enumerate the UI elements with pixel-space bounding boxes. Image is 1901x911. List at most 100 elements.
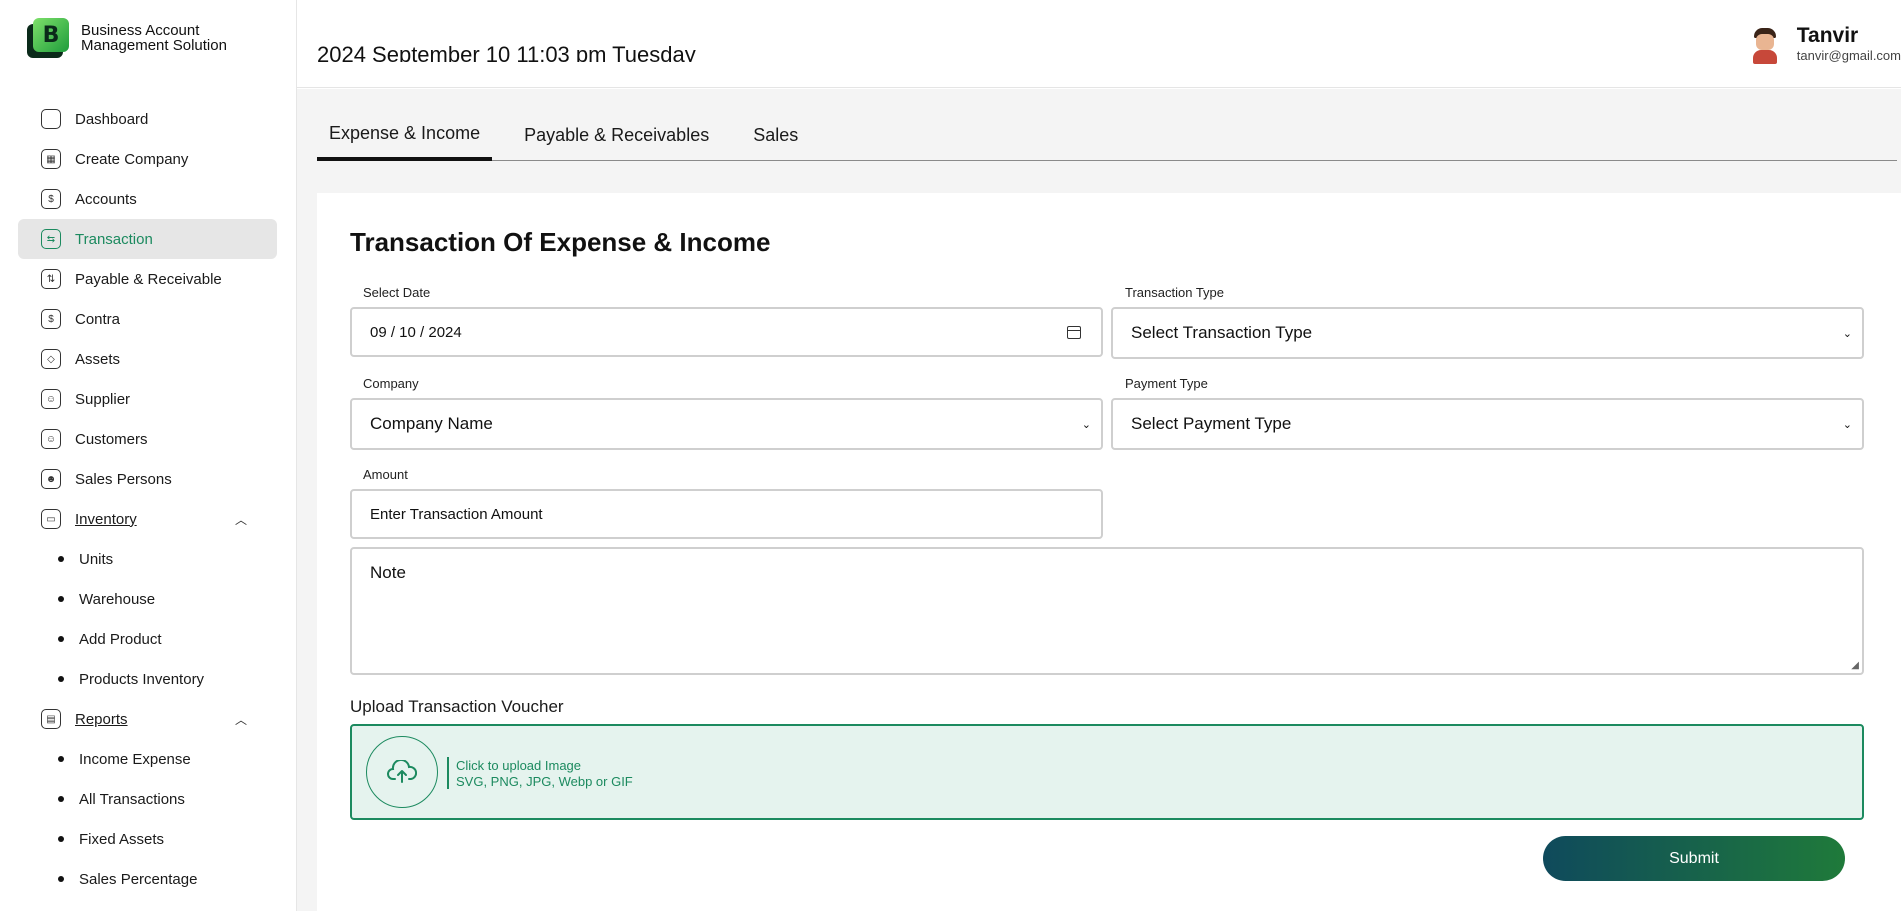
sidebar-subitem-label: Sales Percentage [79,870,198,888]
sidebar: B Business Account Management Solution D… [0,0,297,911]
sidebar-subitem-label: Warehouse [79,590,156,608]
amount-label: Amount [363,467,408,482]
bullet-icon [58,876,64,882]
sidebar-item-label: Create Company [75,150,189,168]
sidebar-subitem-label: Fixed Assets [79,830,165,848]
tab-payable-receivables[interactable]: Payable & Receivables [512,109,721,161]
sidebar-item-supplier[interactable]: ☺ Supplier [18,379,277,419]
sidebar-item-label: Contra [75,310,121,328]
company-label: Company [363,376,419,391]
chevron-down-icon: ⌄ [1842,418,1852,431]
building-icon: ▦ [41,149,61,169]
upload-dropzone[interactable]: Click to upload Image SVG, PNG, JPG, Web… [350,724,1864,820]
sidebar-item-assets[interactable]: ◇ Assets [18,339,277,379]
sidebar-item-dashboard[interactable]: Dashboard [18,99,277,139]
sidebar-item-label: Supplier [75,390,131,408]
bullet-icon [58,636,64,642]
page-title: Transaction Of Expense & Income [350,227,771,257]
resize-handle-icon[interactable]: ◢ [1851,660,1859,671]
sidebar-subitem-label: Units [79,550,114,568]
sidebar-item-sales-persons[interactable]: ☻ Sales Persons [18,459,277,499]
sidebar-item-label: Customers [75,430,148,448]
sidebar-subitem-units[interactable]: Units [18,539,277,579]
sidebar-item-create-company[interactable]: ▦ Create Company [18,139,277,179]
sidebar-subitem-label: Income Expense [79,750,191,768]
sidebar-subitem-fixed-assets[interactable]: Fixed Assets [18,819,277,859]
logo-icon: B [27,18,69,58]
transfer-icon: ⇆ [41,229,61,249]
avatar[interactable] [1751,28,1779,64]
bullet-icon [58,796,64,802]
payment-type-value: Select Payment Type [1131,414,1292,433]
chevron-down-icon: ⌄ [1842,327,1852,340]
tab-bar: Expense & Income Payable & Receivables S… [317,109,1897,161]
amount-input[interactable]: Enter Transaction Amount [350,489,1103,539]
dollar-icon: $ [41,309,61,329]
sidebar-subitem-sales-percentage[interactable]: Sales Percentage [18,859,277,899]
box-icon: ◇ [41,349,61,369]
bullet-icon [58,836,64,842]
sidebar-item-reports[interactable]: ▤ Reports ︿ [18,699,277,739]
current-datetime: 2024 September 10 11:03 pm Tuesday [317,42,696,62]
amount-placeholder: Enter Transaction Amount [370,505,543,523]
sidebar-subitem-label: Add Product [79,630,162,648]
sidebar-subitem-income-expense[interactable]: Income Expense [18,739,277,779]
top-header: 2024 September 10 11:03 pm Tuesday Tanvi… [297,0,1901,88]
sidebar-item-customers[interactable]: ☺ Customers [18,419,277,459]
calendar-icon[interactable] [1067,325,1081,339]
tab-sales[interactable]: Sales [741,109,810,161]
sidebar-item-label: Sales Persons [75,470,172,488]
upload-separator [447,757,449,789]
transaction-type-value: Select Transaction Type [1131,323,1313,342]
contact-icon: ☺ [41,429,61,449]
sidebar-subitem-warehouse[interactable]: Warehouse [18,579,277,619]
bullet-icon [58,756,64,762]
user-name: Tanvir [1796,24,1859,47]
company-value: Company Name [370,414,493,433]
bullet-icon [58,556,64,562]
sidebar-item-label: Transaction [75,230,153,248]
sidebar-item-label: Accounts [75,190,137,208]
note-placeholder: Note [370,563,406,582]
sidebar-item-transaction[interactable]: ⇆ Transaction [18,219,277,259]
upload-formats: SVG, PNG, JPG, Webp or GIF [456,774,633,789]
sidebar-menu: Dashboard ▦ Create Company $ Accounts ⇆ … [18,99,277,899]
transaction-type-select[interactable]: Select Transaction Type ⌄ [1111,307,1864,359]
sidebar-item-inventory[interactable]: ▭ Inventory ︿ [18,499,277,539]
sidebar-item-label: Payable & Receivable [75,270,222,288]
main-content: Expense & Income Payable & Receivables S… [297,89,1901,911]
sidebar-item-label: Inventory [75,510,137,528]
sidebar-subitem-add-product[interactable]: Add Product [18,619,277,659]
sidebar-item-label: Assets [75,350,121,368]
company-select[interactable]: Company Name ⌄ [350,398,1103,450]
payment-type-label: Payment Type [1125,376,1208,391]
sidebar-item-label: Dashboard [75,110,149,128]
user-profile[interactable]: Tanvir tanvir@gmail.com [1751,24,1901,64]
upload-label: Upload Transaction Voucher [350,697,564,716]
note-textarea[interactable]: Note ◢ [350,547,1864,675]
chevron-up-icon[interactable]: ︿ [235,711,247,728]
sidebar-subitem-products-inventory[interactable]: Products Inventory [18,659,277,699]
chevron-down-icon: ⌄ [1081,418,1091,431]
home-icon [41,109,61,129]
chevron-up-icon[interactable]: ︿ [235,511,247,528]
tab-expense-income[interactable]: Expense & Income [317,109,493,161]
date-label: Select Date [363,285,431,300]
date-value: 09 / 10 / 2024 [370,323,462,341]
submit-button[interactable]: Submit [1543,836,1845,881]
sidebar-subitem-all-transactions[interactable]: All Transactions [18,779,277,819]
sidebar-item-payable-receivable[interactable]: ⇅ Payable & Receivable [18,259,277,299]
sidebar-item-accounts[interactable]: $ Accounts [18,179,277,219]
exchange-icon: ⇅ [41,269,61,289]
bullet-icon [58,596,64,602]
transaction-form-card: Transaction Of Expense & Income Select D… [317,193,1901,911]
bullet-icon [58,676,64,682]
archive-icon: ▭ [41,509,61,529]
app-logo[interactable]: B Business Account Management Solution [27,18,251,58]
report-icon: ▤ [41,709,61,729]
sidebar-item-contra[interactable]: $ Contra [18,299,277,339]
payment-type-select[interactable]: Select Payment Type ⌄ [1111,398,1864,450]
date-input[interactable]: 09 / 10 / 2024 [350,307,1103,357]
upload-text: Click to upload Image [456,758,582,773]
sidebar-subitem-label: Products Inventory [79,670,205,688]
